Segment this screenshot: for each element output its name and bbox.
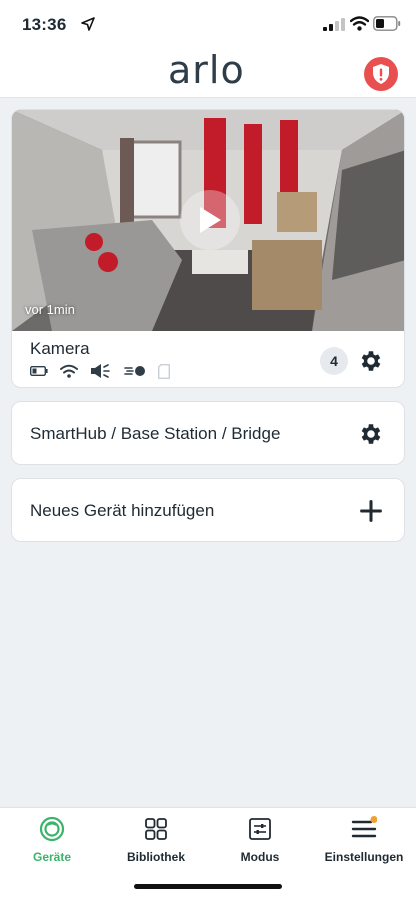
tab-devices[interactable]: Geräte [0, 816, 104, 864]
sd-card-icon [158, 363, 170, 379]
arlo-logo: arlo [168, 48, 245, 92]
speaker-icon [91, 364, 110, 378]
motion-detection-icon [124, 366, 145, 376]
wifi-icon [350, 16, 369, 31]
camera-card[interactable]: vor 1min Kamera 4 [11, 109, 405, 388]
tab-settings-label: Einstellungen [324, 850, 404, 864]
tab-mode-label: Modus [240, 850, 280, 864]
last-update-label: vor 1min [25, 302, 75, 317]
wifi-status-icon [60, 364, 78, 378]
add-device-label: Neues Gerät hinzufügen [30, 501, 215, 520]
tab-library-label: Bibliothek [126, 850, 185, 864]
status-bar: 13:36 [0, 0, 416, 48]
library-icon [145, 818, 167, 840]
menu-icon [351, 816, 377, 838]
battery-status-icon [30, 366, 48, 376]
camera-settings-gear-icon[interactable] [358, 348, 384, 374]
cellular-signal-icon [323, 18, 345, 31]
notification-count-badge[interactable]: 4 [320, 347, 348, 375]
status-time: 13:36 [22, 15, 67, 34]
play-icon [200, 207, 221, 233]
camera-thumbnail[interactable]: vor 1min [12, 110, 404, 331]
security-alert-button[interactable] [364, 57, 398, 91]
tab-library[interactable]: Bibliothek [104, 816, 208, 864]
location-arrow-icon [81, 17, 95, 31]
shield-alert-icon [373, 64, 389, 84]
smarthub-row[interactable]: SmartHub / Base Station / Bridge [11, 401, 405, 465]
tab-devices-label: Geräte [32, 850, 72, 864]
smarthub-settings-gear-icon[interactable] [358, 421, 384, 447]
tab-settings[interactable]: Einstellungen [312, 816, 416, 864]
smarthub-label: SmartHub / Base Station / Bridge [30, 424, 281, 443]
camera-status-icons [30, 363, 170, 379]
camera-name: Kamera [30, 339, 90, 358]
add-device-row[interactable]: Neues Gerät hinzufügen [11, 478, 405, 542]
battery-icon [373, 16, 401, 31]
devices-icon [39, 816, 65, 842]
app-header: arlo [0, 48, 416, 98]
mode-icon [249, 818, 271, 840]
tab-mode[interactable]: Modus [208, 816, 312, 864]
plus-icon[interactable] [358, 498, 384, 524]
home-indicator [134, 884, 282, 889]
play-button[interactable] [180, 190, 240, 250]
